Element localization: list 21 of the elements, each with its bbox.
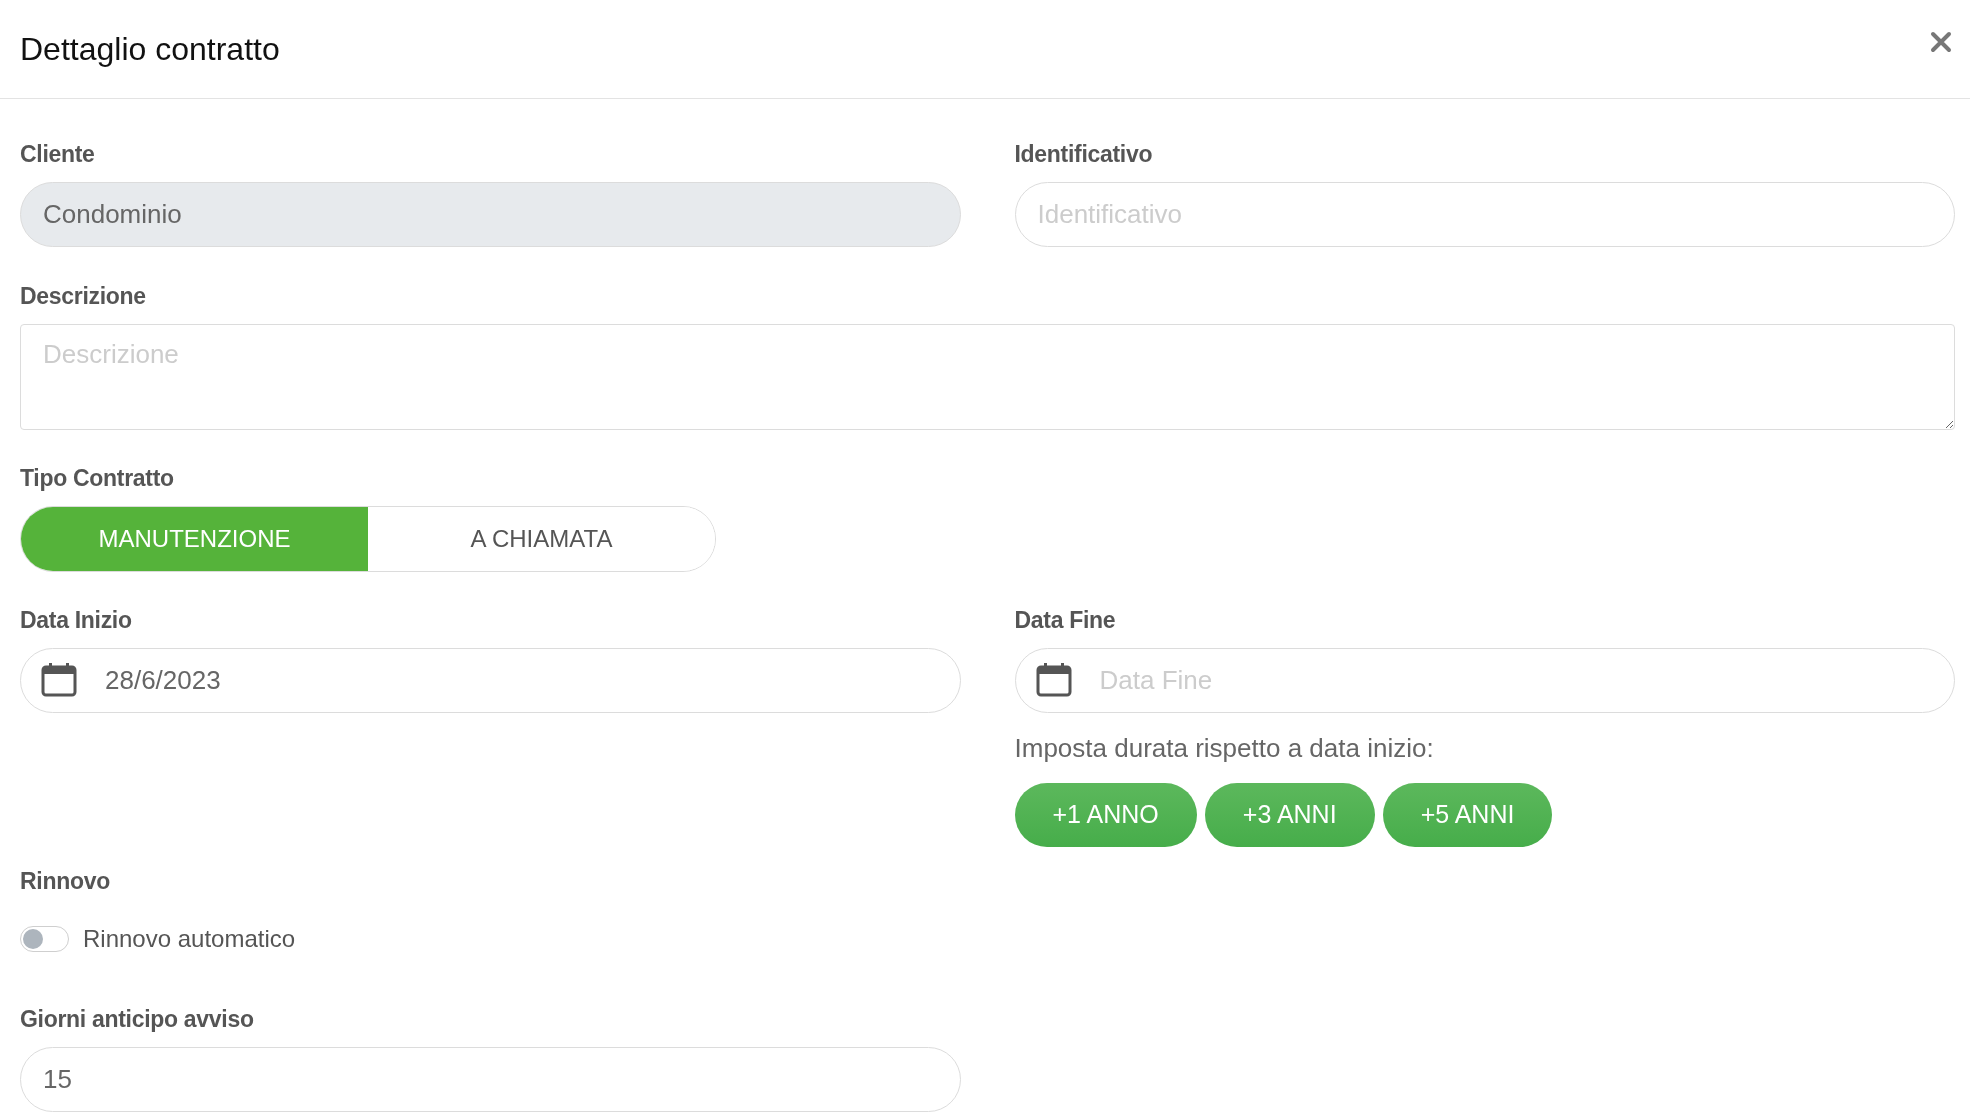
calendar-icon (1035, 663, 1072, 697)
field-label: Tipo Contratto (20, 464, 175, 492)
field-label: Data Inizio (20, 606, 133, 634)
toggle-label: Rinnovo automatico (83, 924, 296, 954)
field-label: Cliente (20, 140, 96, 168)
contract-type-option[interactable]: MANUTENZIONE (21, 507, 368, 571)
dialog-title: Dettaglio contratto (20, 33, 280, 65)
duration-button[interactable]: +5 ANNI (1382, 783, 1553, 847)
calendar-icon (41, 663, 77, 697)
input-field[interactable]: 15 (20, 1047, 961, 1112)
field-label: Descrizione (20, 282, 147, 310)
hint-text: Imposta durata rispetto a data inizio: (1014, 733, 1435, 763)
close-button[interactable] (1928, 29, 1954, 55)
field-label: Giorni anticipo avviso (20, 1005, 255, 1033)
date-field[interactable]: 28/6/2023 (20, 648, 961, 713)
field-label: Rinnovo (20, 867, 111, 895)
field-label: Data Fine (1014, 606, 1117, 634)
duration-button[interactable]: +1 ANNO (1014, 783, 1197, 847)
duration-button[interactable]: +3 ANNI (1204, 783, 1375, 847)
toggle-switch[interactable] (20, 926, 69, 952)
field-label: Identificativo (1014, 140, 1154, 168)
